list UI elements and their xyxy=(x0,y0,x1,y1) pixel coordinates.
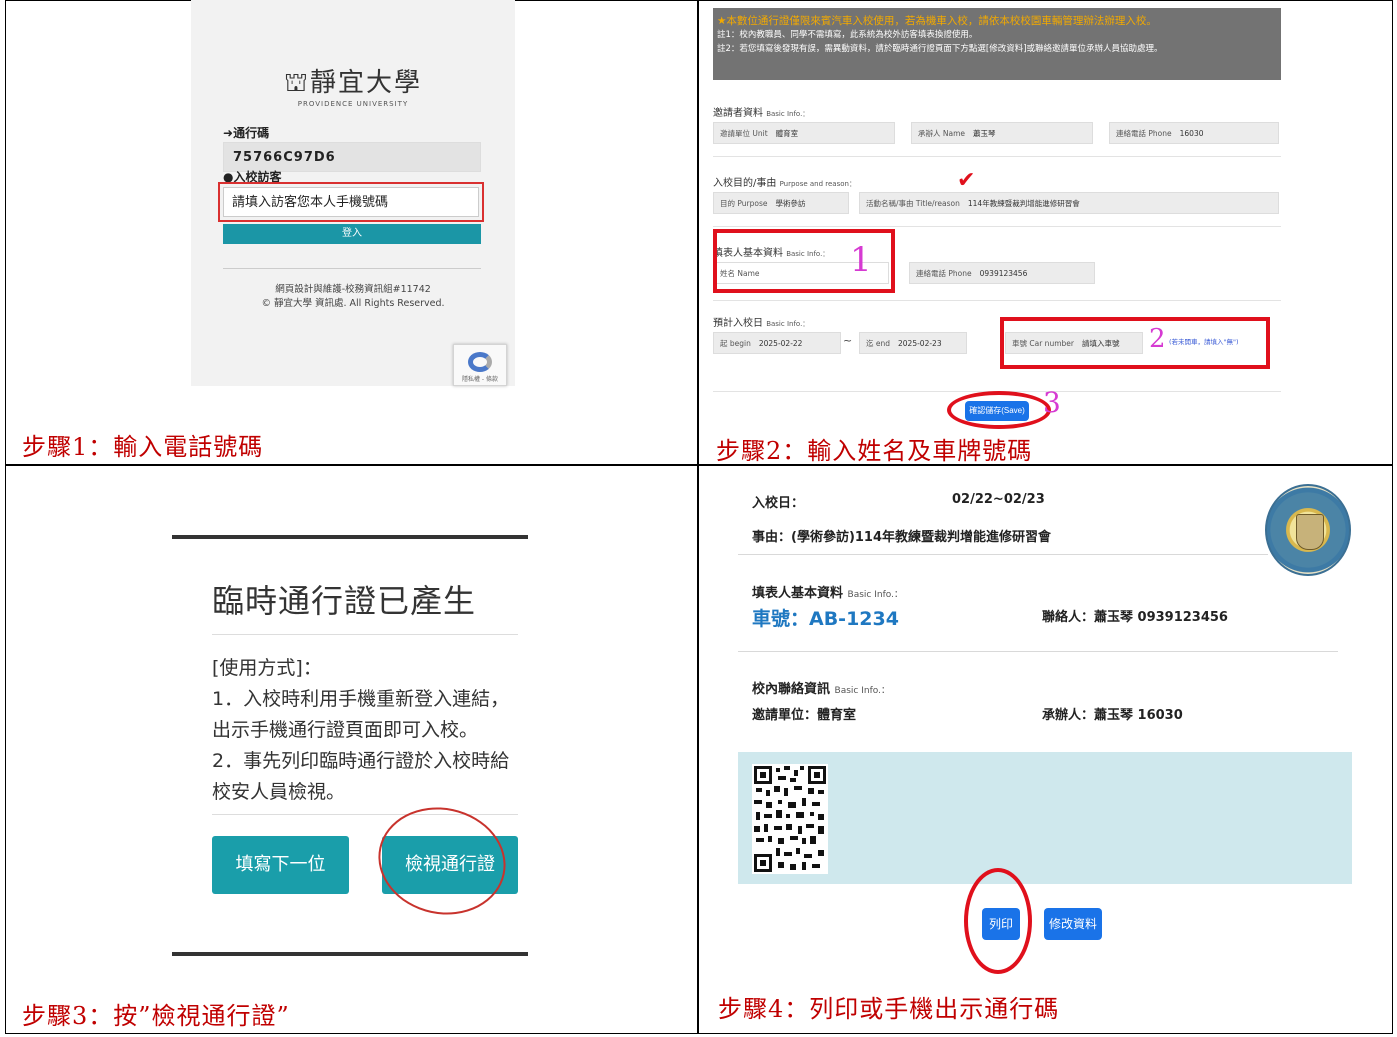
end-date-field[interactable]: 迄 end 2025-02-23 xyxy=(859,332,967,354)
recaptcha-badge[interactable]: 隱私權 - 條款 xyxy=(453,344,507,386)
annotation-3: 3 xyxy=(1043,386,1061,419)
table-divider-vertical xyxy=(697,0,699,1034)
phone-input[interactable] xyxy=(223,187,479,217)
edit-button[interactable]: 修改資料 xyxy=(1044,908,1102,940)
pass-generated-dialog: 臨時通行證已產生 [使用方式]： 1．入校時利用手機重新登入連結，出示手機通行證… xyxy=(172,532,528,956)
sign-in-icon: ➜ xyxy=(223,126,234,140)
inviter-phone-field: 連絡電話 Phone 16030 xyxy=(1109,122,1279,144)
notice-banner: ★本數位通行證僅限來賓汽車入校使用，若為機車入校，請依本校校園車輛管理辦法辦理入… xyxy=(713,8,1281,80)
recaptcha-icon xyxy=(468,352,492,372)
usage-instructions: [使用方式]： 1．入校時利用手機重新登入連結，出示手機通行證頁面即可入校。 2… xyxy=(212,657,510,803)
purpose-field: 目的 Purpose 學術參訪 xyxy=(713,192,849,214)
view-pass-highlight xyxy=(368,795,516,927)
dialog-title: 臨時通行證已產生 xyxy=(212,582,477,620)
footer-credit: 網頁設計與維護-校務資訊組#11742 xyxy=(275,284,431,295)
university-seal-icon xyxy=(1265,484,1351,576)
contact-person: 聯絡人：蕭玉琴 0939123456 xyxy=(1042,610,1228,625)
car-number: 車號：AB-1234 xyxy=(752,608,899,630)
logo-emblem-icon: ⛫ xyxy=(284,68,310,98)
qr-code-icon xyxy=(752,764,828,874)
login-button[interactable]: 登入 xyxy=(223,224,481,244)
checkmark-icon: ✔ xyxy=(957,168,976,193)
caption-step4: 步驟4：列印或手機出示通行碼 xyxy=(718,995,1060,1023)
save-highlight xyxy=(947,391,1051,429)
car-highlight xyxy=(1000,317,1270,369)
login-screenshot: ⛫靜宜大學 PROVIDENCE UNIVERSITY ➜通行碼 75766C9… xyxy=(191,0,515,386)
qr-section xyxy=(738,752,1352,884)
pass-screenshot: 入校日： 02/22~02/23 事由：(學術參訪)114年教練暨裁判增能進修研… xyxy=(738,466,1352,986)
handler: 承辦人：蕭玉琴 16030 xyxy=(1042,708,1183,723)
event-field: 活動名稱/事由 Title/reason 114年教練暨裁判增能進修研習會 xyxy=(859,192,1279,214)
phone-input-highlight xyxy=(218,182,484,222)
purpose-section-title: 入校目的/事由 Purpose and reason： xyxy=(713,178,856,189)
visitor-form-screenshot: ★本數位通行證僅限來賓汽車入校使用，若為機車入校，請依本校校園車輛管理辦法辦理入… xyxy=(713,8,1281,429)
entry-date-value: 02/22~02/23 xyxy=(952,492,1045,507)
inviting-unit: 邀請單位：體育室 xyxy=(752,708,857,723)
logo-text: 靜宜大學 xyxy=(309,68,422,98)
print-highlight xyxy=(964,868,1032,974)
begin-date-field[interactable]: 起 begin 2025-02-22 xyxy=(713,332,841,354)
next-visitor-button[interactable]: 填寫下一位 xyxy=(212,836,349,894)
handler-field: 承辦人 Name 蕭玉琴 xyxy=(911,122,1093,144)
logo-subtitle: PROVIDENCE UNIVERSITY xyxy=(297,100,409,108)
annotation-1: 1 xyxy=(850,240,872,280)
caption-step1: 步驟1：輸入電話號碼 xyxy=(22,433,264,461)
footer-divider xyxy=(223,268,481,269)
date-section-title: 預計入校日 Basic Info.： xyxy=(713,318,810,329)
caption-step2: 步驟2：輸入姓名及車牌號碼 xyxy=(716,437,1033,465)
annotation-2: 2 xyxy=(1149,324,1166,354)
filler-info-title: 填表人基本資料 Basic Info.： xyxy=(752,586,903,601)
entry-date-label: 入校日： xyxy=(752,496,805,511)
campus-contact-title: 校內聯絡資訊 Basic Info.： xyxy=(752,682,890,697)
pass-code-label: ➜通行碼 xyxy=(223,126,270,140)
unit-field: 邀請單位 Unit 體育室 xyxy=(713,122,895,144)
inviter-section-title: 邀請者資料 Basic Info.： xyxy=(713,108,810,119)
filler-phone-field: 連絡電話 Phone 0939123456 xyxy=(909,262,1095,284)
caption-step3: 步驟3：按”檢視通行證” xyxy=(22,1002,290,1030)
university-logo: ⛫靜宜大學 PROVIDENCE UNIVERSITY xyxy=(191,62,515,108)
footer-copyright: © 靜宜大學 資訊處. All Rights Reserved. xyxy=(261,298,445,309)
reason-text: 事由：(學術參訪)114年教練暨裁判增能進修研習會 xyxy=(752,530,1052,545)
